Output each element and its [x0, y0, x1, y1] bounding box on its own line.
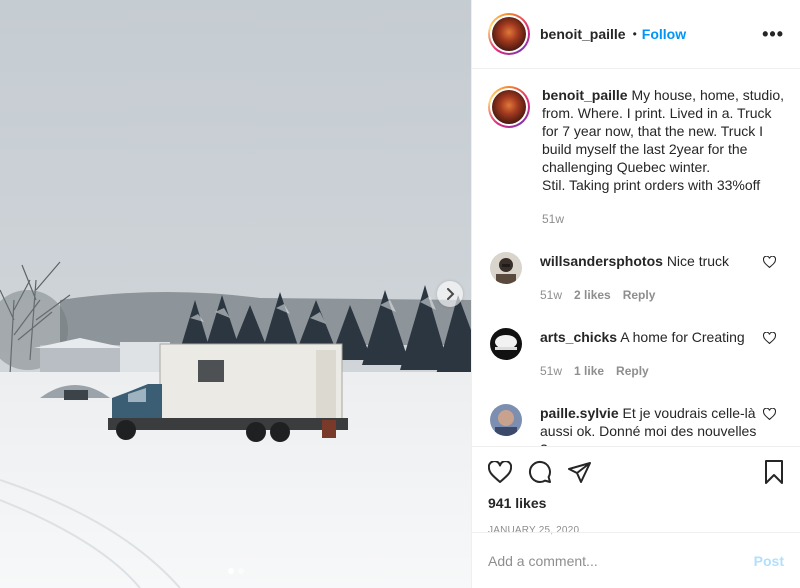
follow-button[interactable]: Follow — [642, 26, 686, 42]
post-photo[interactable] — [0, 0, 471, 588]
carousel-indicator — [0, 568, 471, 574]
comment-like-heart-icon[interactable] — [763, 408, 776, 420]
comment-like-heart-icon[interactable] — [763, 256, 776, 268]
post-actions: 941 likes JANUARY 25, 2020 — [472, 446, 800, 536]
bookmark-icon — [765, 460, 783, 484]
carousel-dot — [237, 568, 244, 574]
comment-button[interactable] — [528, 460, 552, 484]
post-comment-button[interactable]: Post — [754, 553, 784, 569]
comment-username[interactable]: arts_chicks — [540, 329, 617, 345]
comment-text: Nice truck — [666, 253, 730, 269]
comment-item: arts_chicks A home for Creating 51w 1 li… — [488, 328, 784, 380]
share-button[interactable] — [568, 461, 592, 483]
commenter-avatar[interactable] — [490, 404, 522, 436]
caption-age[interactable]: 51w — [542, 210, 564, 228]
comment-age[interactable]: 51w — [540, 286, 562, 304]
comment-item: willsandersphotos Nice truck 51w 2 likes… — [488, 252, 784, 304]
comment-icon — [528, 460, 551, 483]
commenter-avatar[interactable] — [490, 328, 522, 360]
truck-in-snow-image — [0, 0, 471, 588]
comment-age[interactable]: 51w — [540, 362, 562, 380]
author-username[interactable]: benoit_paille — [540, 26, 626, 42]
comment-text: A home for Creating — [620, 329, 745, 345]
reply-button[interactable]: Reply — [616, 362, 649, 380]
action-bar — [488, 453, 784, 491]
author-avatar[interactable] — [488, 86, 530, 128]
caption-meta: 51w — [542, 210, 784, 228]
carousel-dot-active — [227, 568, 234, 574]
post-caption: benoit_paille My house, home, studio, fr… — [488, 86, 784, 228]
post-side-panel: benoit_paille • Follow ••• benoit_paille… — [471, 0, 800, 588]
add-comment-input[interactable]: Add a comment... — [488, 553, 754, 569]
comment-likes[interactable]: 2 likes — [574, 286, 611, 304]
comment-username[interactable]: paille.sylvie — [540, 405, 619, 421]
reply-button[interactable]: Reply — [623, 286, 656, 304]
commenter-avatar[interactable] — [490, 252, 522, 284]
comments-list[interactable]: benoit_paille My house, home, studio, fr… — [472, 70, 800, 446]
caption-username[interactable]: benoit_paille — [542, 87, 628, 103]
next-photo-button[interactable] — [437, 281, 463, 307]
save-button[interactable] — [764, 460, 784, 484]
comment-likes[interactable]: 1 like — [574, 362, 604, 380]
chevron-right-icon — [447, 288, 455, 300]
paper-plane-icon — [568, 462, 591, 483]
separator-dot: • — [632, 27, 637, 41]
more-options-icon[interactable]: ••• — [762, 24, 784, 45]
comment-item: paille.sylvie Et je voudrais celle-là au… — [488, 404, 784, 446]
comment-username[interactable]: willsandersphotos — [540, 253, 663, 269]
author-avatar[interactable] — [488, 13, 530, 55]
like-button[interactable] — [488, 461, 512, 483]
likes-count[interactable]: 941 likes — [488, 495, 784, 511]
comment-composer: Add a comment... Post — [472, 532, 800, 588]
comment-like-heart-icon[interactable] — [763, 332, 776, 344]
post-header: benoit_paille • Follow ••• — [472, 0, 800, 69]
heart-icon — [488, 461, 512, 483]
